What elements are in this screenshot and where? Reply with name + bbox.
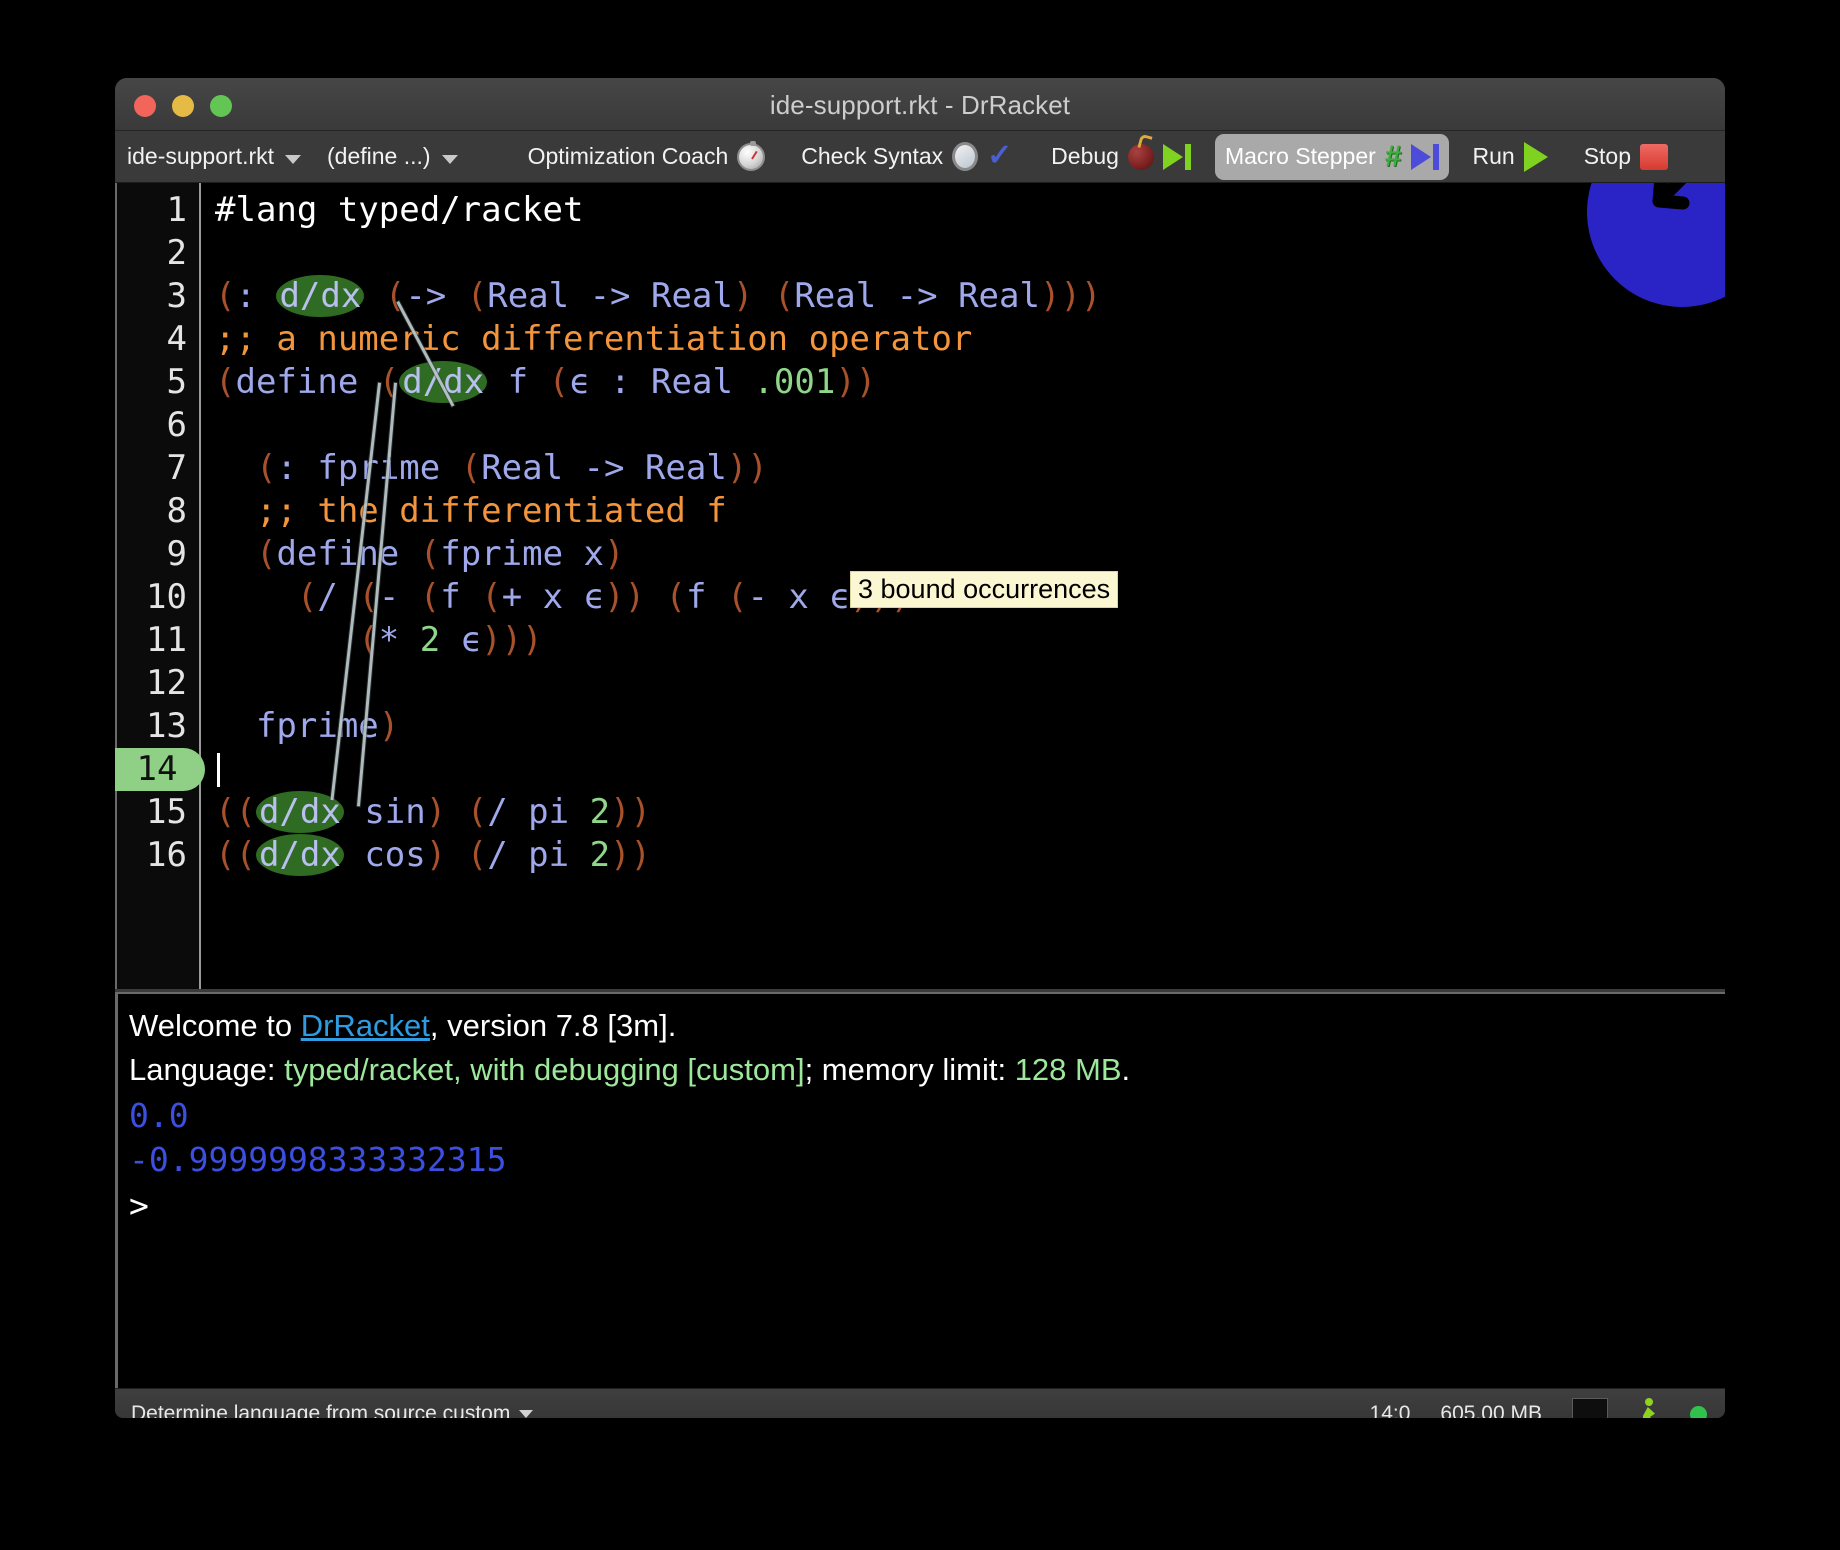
play-step-icon [1163, 144, 1191, 170]
toolbar: ide-support.rkt (define ...) Optimizatio… [115, 131, 1725, 183]
optimization-coach-label: Optimization Coach [528, 143, 729, 170]
cursor-position: 14:0 [1370, 1402, 1411, 1418]
binding-site-d-dx: d/dx [399, 361, 487, 403]
window-title: ide-support.rkt - DrRacket [115, 90, 1725, 121]
line-number: 3 [121, 275, 187, 318]
stop-label: Stop [1584, 143, 1631, 170]
play-icon [1524, 142, 1548, 172]
interactions-pane[interactable]: Welcome to DrRacket, version 7.8 [3m]. L… [115, 992, 1725, 1388]
language-selector-label: Determine language from source custom [131, 1402, 510, 1418]
code-line-8: ;; the differentiated f [215, 490, 727, 533]
check-syntax-button[interactable]: Check Syntax ✓ [791, 134, 1027, 180]
line-number: 9 [121, 533, 187, 576]
line-number: 7 [121, 447, 187, 490]
code-line-3: (: d/dx (-> (Real -> Real) (Real -> Real… [215, 275, 1101, 318]
code-line-4: ;; a numeric differentiation operator [215, 318, 972, 361]
line-number: 5 [121, 361, 187, 404]
checkmark-icon: ✓ [987, 144, 1017, 170]
memory-period: . [1122, 1052, 1131, 1087]
running-person-icon [1638, 1398, 1660, 1418]
gutter-rule [115, 183, 117, 989]
run-button[interactable]: Run [1463, 134, 1558, 180]
stopwatch-icon [737, 143, 765, 171]
code-line-15: ((d/dx sin) (/ pi 2)) [215, 791, 651, 834]
memory-label: ; memory limit: [805, 1052, 1015, 1087]
code-line-16: ((d/dx cos) (/ pi 2)) [215, 834, 651, 877]
code-line-11: (* 2 ϵ))) [215, 619, 543, 662]
code-line-5: (define (d/dx f (ϵ : Real .001)) [215, 361, 876, 404]
line-number: 1 [121, 189, 187, 232]
language-value: typed/racket, with debugging [custom] [284, 1052, 804, 1087]
welcome-suffix: , version 7.8 [3m]. [430, 1008, 676, 1043]
drracket-window: ide-support.rkt - DrRacket ide-support.r… [115, 78, 1725, 1418]
line-number: 8 [121, 490, 187, 533]
play-step-blue-icon [1411, 144, 1439, 170]
line-number: 15 [121, 791, 187, 834]
chevron-down-icon [519, 1410, 533, 1418]
line-number-current: 14 [115, 748, 205, 791]
macro-stepper-label: Macro Stepper [1225, 143, 1376, 170]
code-line-9: (define (fprime x) [215, 533, 624, 576]
macro-stepper-button[interactable]: Macro Stepper # [1215, 134, 1449, 180]
repl-language-line: Language: typed/racket, with debugging [… [129, 1048, 1130, 1092]
file-name-label: ide-support.rkt [127, 143, 274, 170]
stop-button[interactable]: Stop [1574, 134, 1678, 180]
define-navigation-label: (define ...) [327, 143, 431, 170]
bound-occurrence-d-dx: d/dx [276, 275, 364, 317]
status-right-group: 14:0 605.00 MB [1370, 1398, 1707, 1418]
debug-label: Debug [1051, 143, 1119, 170]
repl-prompt[interactable]: > [129, 1184, 149, 1228]
code-editor-pane[interactable]: 1 2 3 4 5 6 7 8 9 10 11 12 13 14 15 16 #… [115, 183, 1725, 992]
line-number: 10 [121, 576, 187, 619]
text-cursor [217, 753, 220, 787]
hash-icon: # [1385, 144, 1402, 170]
line-number: 16 [121, 834, 187, 877]
magnifier-icon [952, 142, 978, 171]
line-number-gutter: 1 2 3 4 5 6 7 8 9 10 11 12 13 14 15 16 [115, 183, 201, 989]
run-label: Run [1473, 143, 1515, 170]
line-number: 11 [121, 619, 187, 662]
code-line-1: #lang typed/racket [215, 189, 583, 232]
chevron-down-icon [442, 155, 458, 164]
status-bar: Determine language from source custom 14… [115, 1388, 1725, 1418]
code-line-10: (/ (- (f (+ x ϵ)) (f (- x ϵ))) [215, 576, 911, 619]
chevron-down-icon [285, 155, 301, 164]
code-line-13: fprime) [215, 705, 399, 748]
optimization-coach-button[interactable]: Optimization Coach [518, 134, 776, 180]
debug-button[interactable]: Debug [1041, 134, 1201, 180]
line-number: 12 [121, 662, 187, 705]
memory-usage[interactable]: 605.00 MB [1440, 1402, 1542, 1418]
bound-occurrences-tooltip: 3 bound occurrences [850, 571, 1118, 608]
language-label: Language: [129, 1052, 284, 1087]
repl-output-2: -0.9999998333332315 [129, 1138, 507, 1182]
line-number: 6 [121, 404, 187, 447]
line-number: 13 [121, 705, 187, 748]
memory-indicator-box [1572, 1398, 1608, 1418]
code-line-7: (: fprime (Real -> Real)) [215, 447, 768, 490]
line-number: 2 [121, 232, 187, 275]
repl-welcome-line: Welcome to DrRacket, version 7.8 [3m]. [129, 1004, 676, 1048]
stop-square-icon [1640, 144, 1668, 170]
status-indicator-dot [1690, 1406, 1707, 1419]
repl-rule [115, 994, 118, 1388]
check-syntax-label: Check Syntax [801, 143, 943, 170]
language-selector[interactable]: Determine language from source custom [131, 1402, 533, 1418]
file-name-dropdown[interactable]: ide-support.rkt [127, 135, 301, 179]
bound-occurrence-d-dx-cos: d/dx [256, 834, 344, 876]
drracket-link[interactable]: DrRacket [301, 1008, 430, 1043]
bomb-icon [1128, 144, 1154, 170]
title-bar: ide-support.rkt - DrRacket [115, 78, 1725, 131]
repl-output-1: 0.0 [129, 1094, 189, 1138]
welcome-prefix: Welcome to [129, 1008, 301, 1043]
memory-value: 128 MB [1015, 1052, 1122, 1087]
define-navigation-dropdown[interactable]: (define ...) [327, 135, 458, 179]
line-number: 4 [121, 318, 187, 361]
